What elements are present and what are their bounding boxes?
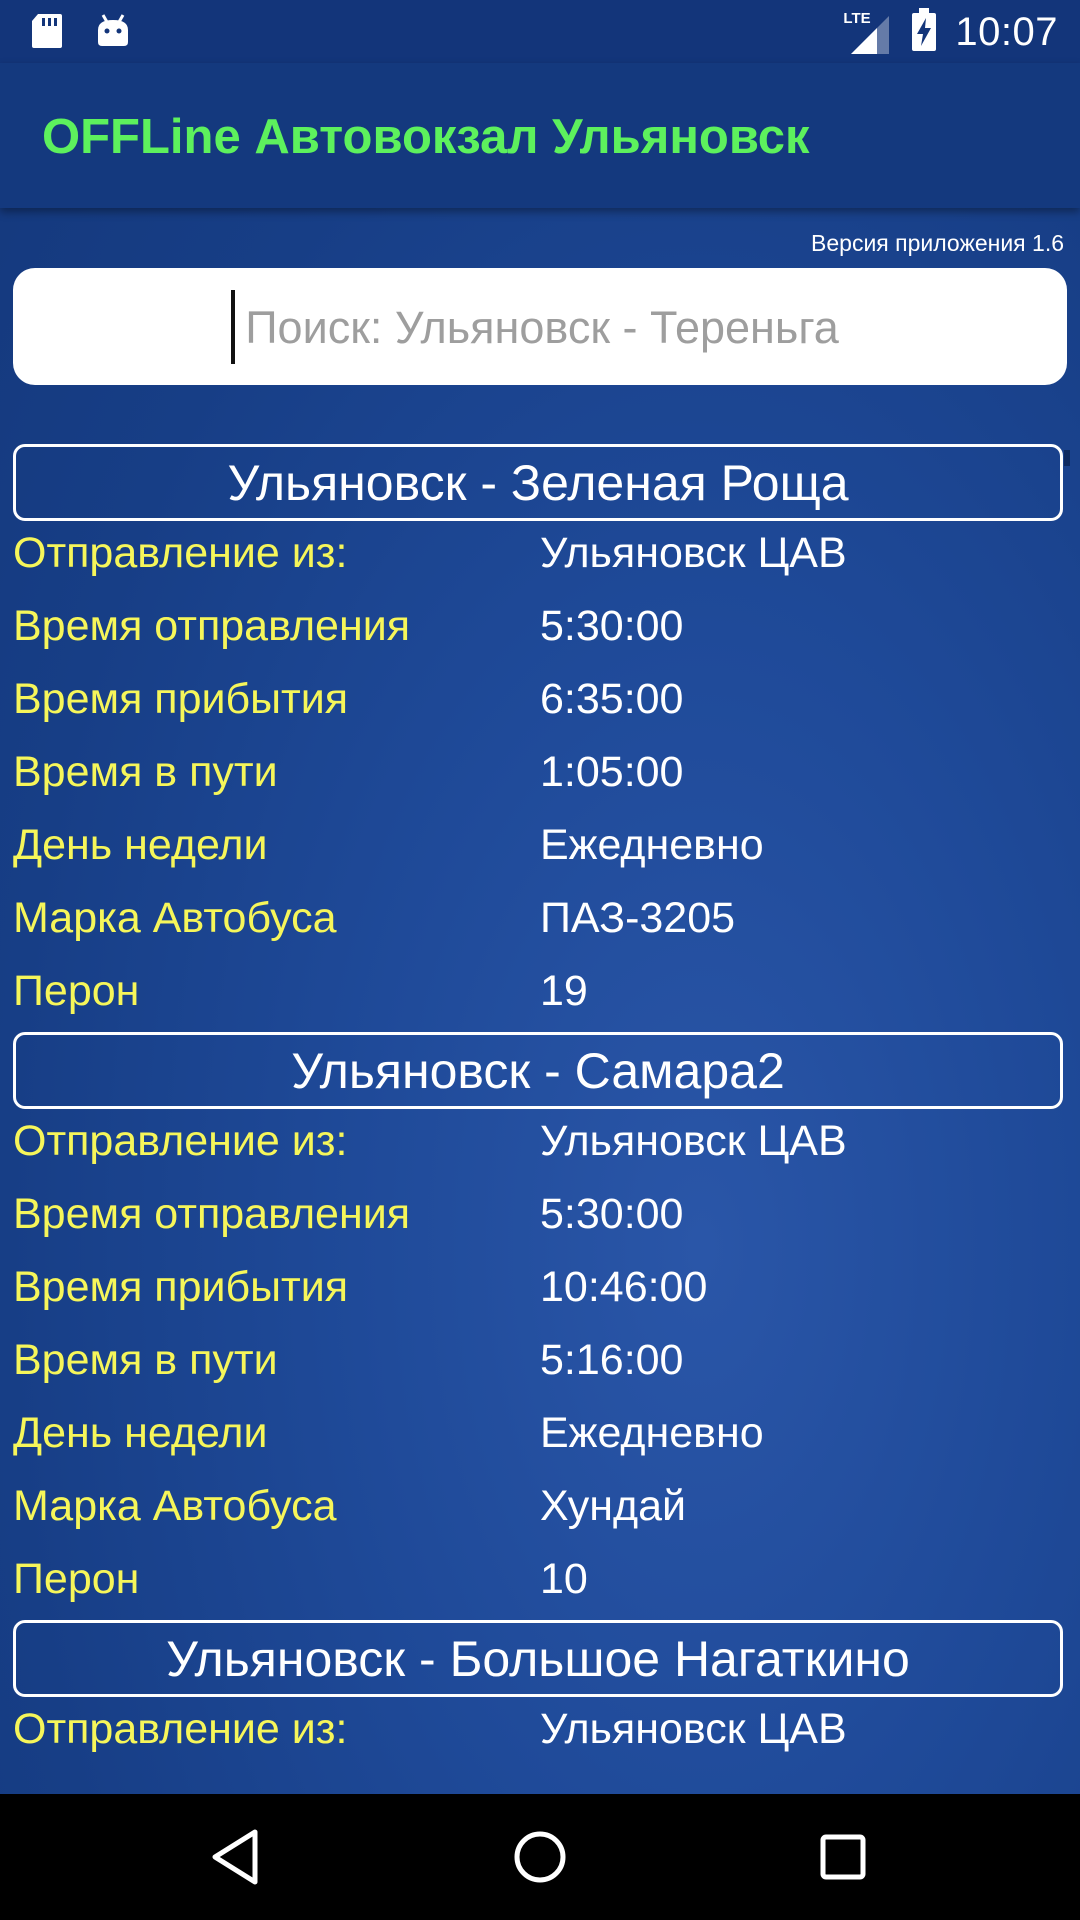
route-detail-row: День недели Ежедневно	[0, 1401, 1080, 1474]
battery-charging-icon	[911, 8, 937, 57]
route-card[interactable]: Ульяновск - Зеленая Роща Отправление из:…	[0, 444, 1080, 1032]
bus-model-value: ПАЗ-3205	[540, 894, 736, 942]
search-box[interactable]	[13, 268, 1071, 387]
route-card[interactable]: Ульяновск - Самара2 Отправление из: Ульян…	[0, 1032, 1080, 1620]
arrival-time-value: 6:35:00	[540, 675, 684, 723]
app-bar: OFFLine Автовокзал Ульяновск	[0, 63, 1080, 208]
platform-label: Перон	[13, 1555, 140, 1603]
route-title[interactable]: Ульяновск - Зеленая Роща	[13, 444, 1063, 521]
route-title[interactable]: Ульяновск - Большое Нагаткино	[13, 1620, 1063, 1697]
route-title[interactable]: Ульяновск - Самара2	[13, 1032, 1063, 1109]
weekday-value: Ежедневно	[540, 821, 764, 869]
platform-value: 19	[540, 967, 588, 1015]
platform-label: Перон	[13, 967, 140, 1015]
route-detail-row: Отправление из: Ульяновск ЦАВ	[0, 1109, 1080, 1182]
home-icon[interactable]	[507, 1824, 573, 1890]
travel-time-label: Время в пути	[13, 1336, 278, 1384]
status-bar-right: LTE 10:07	[843, 8, 1058, 57]
route-detail-row: День недели Ежедневно	[0, 813, 1080, 886]
route-detail-row: Отправление из: Ульяновск ЦАВ	[0, 521, 1080, 594]
departure-time-label: Время отправления	[13, 602, 410, 650]
route-detail-row: Отправление из: Ульяновск ЦАВ	[0, 1697, 1080, 1770]
bus-model-label: Марка Автобуса	[13, 894, 337, 942]
back-icon[interactable]	[203, 1824, 269, 1890]
route-detail-row: Время прибытия 10:46:00	[0, 1255, 1080, 1328]
travel-time-value: 1:05:00	[540, 748, 684, 796]
search-input[interactable]	[13, 268, 1071, 387]
app-version-label: Версия приложения 1.6	[811, 230, 1064, 256]
departure-from-value: Ульяновск ЦАВ	[540, 1705, 847, 1753]
departure-from-label: Отправление из:	[13, 1117, 348, 1165]
app-title: OFFLine Автовокзал Ульяновск	[42, 110, 810, 164]
bus-model-label: Марка Автобуса	[13, 1482, 337, 1530]
route-detail-row: Перон 19	[0, 959, 1080, 1032]
weekday-label: День недели	[13, 821, 268, 869]
route-detail-row: Марка Автобуса ПАЗ-3205	[0, 886, 1080, 959]
departure-from-label: Отправление из:	[13, 529, 348, 577]
route-list[interactable]: Ульяновск - Зеленая Роща Отправление из:…	[0, 444, 1080, 1770]
status-bar: LTE 10:07	[0, 0, 1080, 63]
weekday-value: Ежедневно	[540, 1409, 764, 1457]
route-detail-row: Время в пути 1:05:00	[0, 740, 1080, 813]
scrollbar-thumb[interactable]	[1064, 450, 1070, 466]
departure-from-value: Ульяновск ЦАВ	[540, 1117, 847, 1165]
route-card[interactable]: Ульяновск - Большое Нагаткино Отправлени…	[0, 1620, 1080, 1770]
recents-icon[interactable]	[810, 1824, 876, 1890]
travel-time-label: Время в пути	[13, 748, 278, 796]
departure-from-value: Ульяновск ЦАВ	[540, 529, 847, 577]
route-detail-row: Перон 10	[0, 1547, 1080, 1620]
status-bar-left	[30, 12, 130, 55]
route-detail-row: Время в пути 5:16:00	[0, 1328, 1080, 1401]
sd-card-icon	[30, 12, 64, 55]
arrival-time-label: Время прибытия	[13, 1263, 349, 1311]
navigation-bar	[0, 1794, 1080, 1920]
departure-time-value: 5:30:00	[540, 602, 684, 650]
bus-model-value: Хундай	[540, 1482, 687, 1530]
route-detail-row: Время отправления 5:30:00	[0, 1182, 1080, 1255]
text-cursor	[231, 290, 235, 364]
arrival-time-value: 10:46:00	[540, 1263, 708, 1311]
route-detail-row: Время отправления 5:30:00	[0, 594, 1080, 667]
android-icon	[96, 12, 130, 55]
arrival-time-label: Время прибытия	[13, 675, 349, 723]
platform-value: 10	[540, 1555, 588, 1603]
weekday-label: День недели	[13, 1409, 268, 1457]
travel-time-value: 5:16:00	[540, 1336, 684, 1384]
departure-from-label: Отправление из:	[13, 1705, 348, 1753]
departure-time-value: 5:30:00	[540, 1190, 684, 1238]
route-detail-row: Марка Автобуса Хундай	[0, 1474, 1080, 1547]
lte-signal-icon: LTE	[843, 10, 893, 56]
route-detail-row: Время прибытия 6:35:00	[0, 667, 1080, 740]
departure-time-label: Время отправления	[13, 1190, 410, 1238]
status-time: 10:07	[955, 10, 1058, 54]
